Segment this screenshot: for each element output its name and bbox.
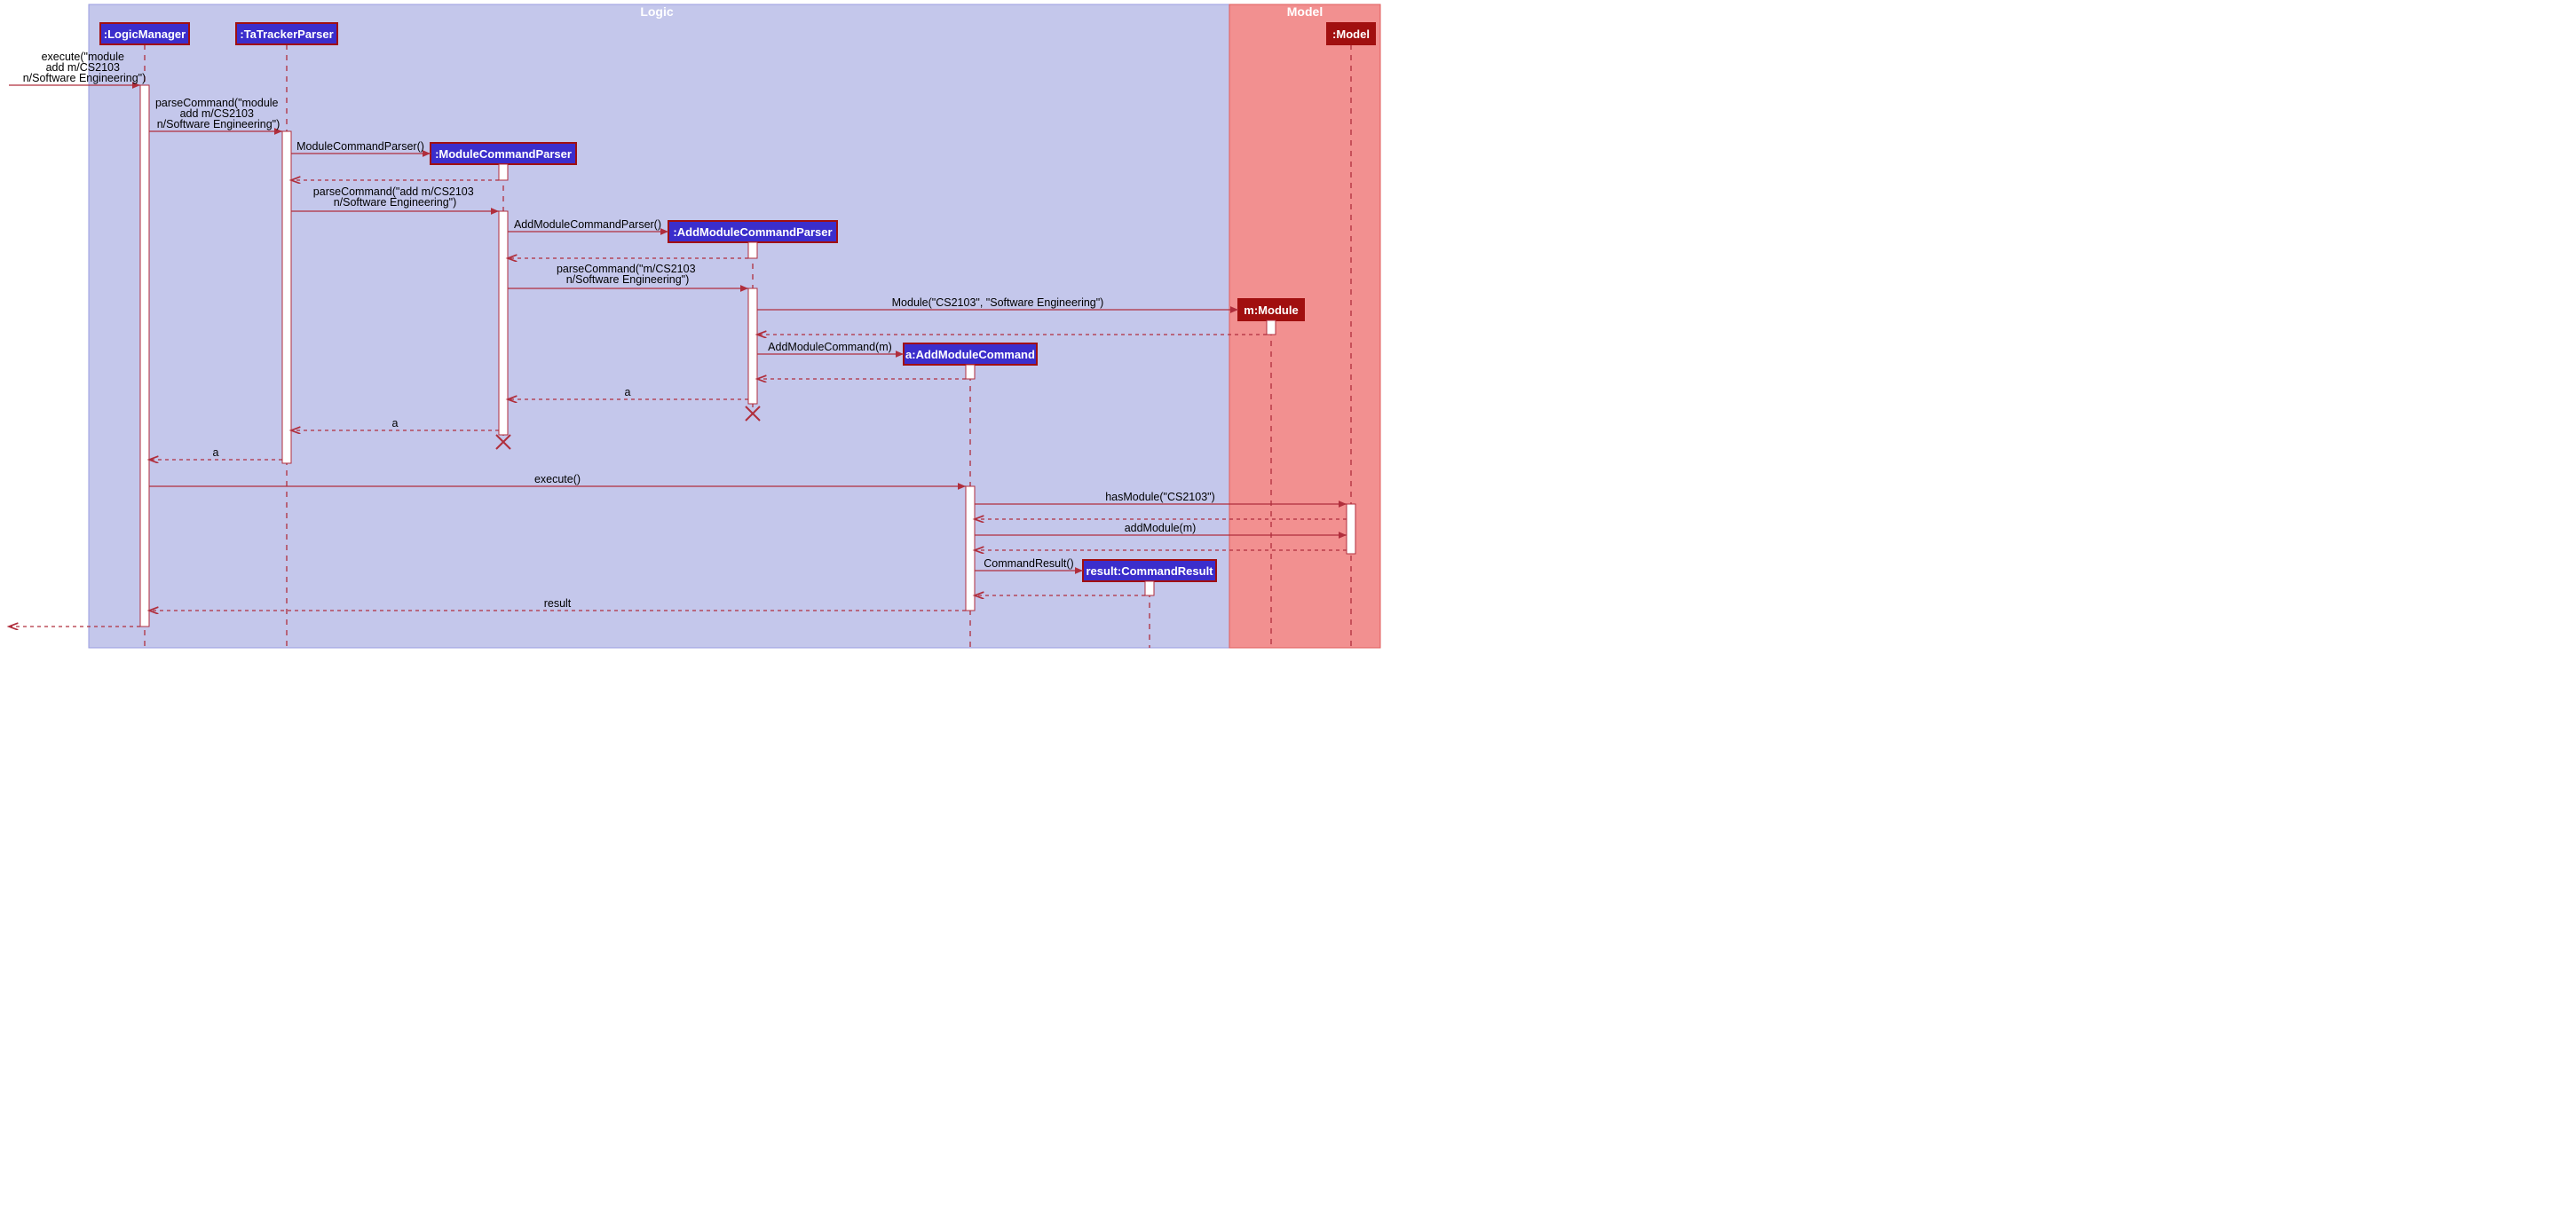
act-amc-1 bbox=[966, 365, 975, 379]
lifeline-ttp-head: :TaTrackerParser bbox=[236, 23, 337, 44]
lifeline-amc-head: a:AddModuleCommand bbox=[904, 343, 1037, 365]
act-amcp-2 bbox=[748, 288, 757, 404]
lifeline-lm-head: :LogicManager bbox=[100, 23, 189, 44]
msg-cr-new-label: CommandResult() bbox=[984, 557, 1073, 570]
lifeline-cr-head: result:CommandResult bbox=[1083, 560, 1216, 581]
lifeline-mdl-head: :Model bbox=[1327, 23, 1375, 44]
model-frame bbox=[1229, 4, 1380, 648]
msg-hasmod-label: hasModule("CS2103") bbox=[1105, 491, 1215, 503]
svg-text::ModuleCommandParser: :ModuleCommandParser bbox=[435, 147, 572, 161]
lifeline-amcp-head: :AddModuleCommandParser bbox=[668, 221, 837, 242]
msg-parse2-label: parseCommand("add m/CS2103 n/Software En… bbox=[313, 185, 477, 209]
svg-text::TaTrackerParser: :TaTrackerParser bbox=[240, 28, 333, 41]
msg-mcp-new-label: ModuleCommandParser() bbox=[296, 140, 424, 153]
msg-ret-result-label: result bbox=[544, 597, 572, 610]
act-mm bbox=[1267, 320, 1276, 335]
msg-parse3-label: parseCommand("m/CS2103 n/Software Engine… bbox=[557, 263, 699, 286]
svg-text::AddModuleCommandParser: :AddModuleCommandParser bbox=[673, 225, 832, 239]
act-mcp-1 bbox=[499, 164, 508, 180]
act-lm bbox=[140, 85, 149, 627]
msg-amcp-new-label: AddModuleCommandParser() bbox=[514, 218, 661, 231]
msg-ret-a3-label: a bbox=[213, 446, 219, 459]
act-mcp-2 bbox=[499, 211, 508, 435]
logic-frame-title: Logic bbox=[640, 4, 674, 19]
svg-text::Model: :Model bbox=[1332, 28, 1370, 41]
msg-execute-label: execute() bbox=[534, 473, 581, 485]
msg-module-new-label: Module("CS2103", "Software Engineering") bbox=[892, 296, 1104, 309]
msg-ret-a2-label: a bbox=[392, 417, 399, 430]
svg-text:a:AddModuleCommand: a:AddModuleCommand bbox=[905, 348, 1035, 361]
msg-ret-a1-label: a bbox=[625, 386, 631, 398]
svg-text:m:Module: m:Module bbox=[1244, 303, 1298, 317]
act-ttp bbox=[282, 131, 291, 463]
msg-amc-new-label: AddModuleCommand(m) bbox=[768, 341, 892, 353]
act-amc-2 bbox=[966, 486, 975, 611]
act-cr bbox=[1145, 581, 1154, 595]
lifeline-mm-head: m:Module bbox=[1238, 299, 1304, 320]
svg-text:result:CommandResult: result:CommandResult bbox=[1086, 564, 1213, 578]
act-amcp-1 bbox=[748, 242, 757, 258]
act-mdl bbox=[1347, 504, 1355, 554]
lifeline-mcp-head: :ModuleCommandParser bbox=[431, 143, 576, 164]
sequence-diagram: Logic Model :LogicManager :TaTrackerPars… bbox=[0, 0, 1385, 657]
msg-addmod-label: addModule(m) bbox=[1125, 522, 1197, 534]
svg-text::LogicManager: :LogicManager bbox=[104, 28, 186, 41]
model-frame-title: Model bbox=[1287, 4, 1323, 19]
